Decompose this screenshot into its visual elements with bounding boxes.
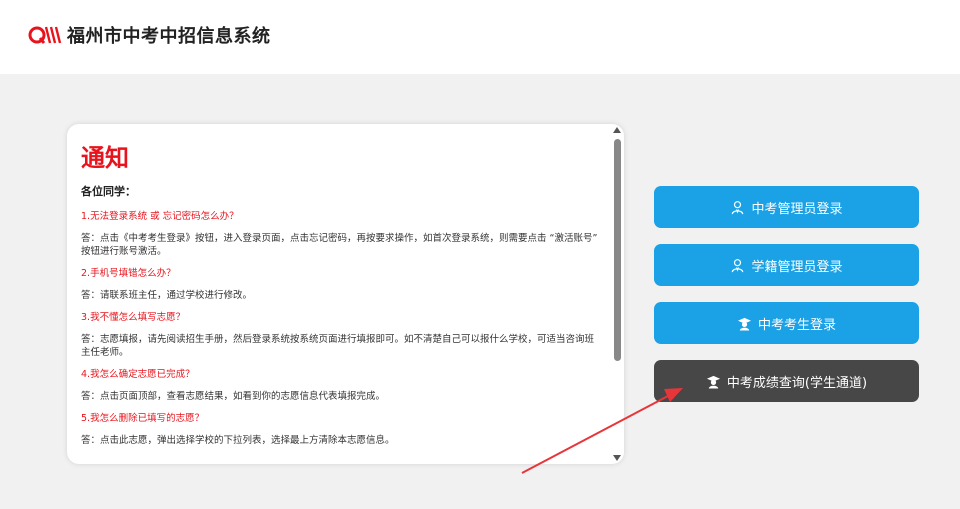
- faq-question: 1.无法登录系统 或 忘记密码怎么办？: [81, 211, 239, 222]
- notice-panel[interactable]: 通知 各位同学： 1.无法登录系统 或 忘记密码怎么办？ 答：点击《中考考生登录…: [67, 124, 624, 464]
- faq-question: 4.我怎么确定志愿已完成？: [81, 369, 195, 380]
- scroll-down-arrow-icon[interactable]: [613, 455, 621, 461]
- admin-login-label: 中考管理员登录: [751, 201, 843, 217]
- notice-scrollbar[interactable]: [611, 124, 624, 464]
- notice-greeting: 各位同学：: [81, 185, 136, 198]
- faq-answer: 答：请联系班主任，通过学校进行修改。: [81, 290, 253, 301]
- admin-login-button[interactable]: 中考管理员登录: [654, 186, 919, 228]
- scroll-up-arrow-icon[interactable]: [613, 127, 621, 133]
- scroll-thumb[interactable]: [614, 139, 621, 361]
- header: 福州市中考中招信息系统: [0, 0, 960, 74]
- user-icon: [732, 258, 744, 272]
- graduate-icon: [706, 375, 720, 389]
- faq-answer: 答：志愿填报，请先阅读招生手册，然后登录系统按系统页面进行填报即可。如不清楚自己…: [81, 334, 595, 358]
- student-login-button[interactable]: 中考考生登录: [654, 302, 919, 344]
- faq-answer: 答：点击页面顶部，查看志愿结果，如看到你的志愿信息代表填报完成。: [81, 391, 386, 402]
- faq-answer: 答：点击《中考考生登录》按钮，进入登录页面，点击忘记密码，再按要求操作，如首次登…: [81, 233, 598, 257]
- faq-question: 5.我怎么删除已填写的志愿？: [81, 413, 205, 424]
- faq-question: 2.手机号填错怎么办？: [81, 268, 176, 279]
- graduate-icon: [737, 317, 752, 331]
- registry-login-button[interactable]: 学籍管理员登录: [654, 244, 919, 286]
- faq-question: 3.我不懂怎么填写志愿？: [81, 312, 186, 323]
- brand-logo-icon: [28, 26, 62, 44]
- student-login-label: 中考考生登录: [757, 317, 836, 333]
- score-query-label: 中考成绩查询(学生通道): [726, 375, 868, 391]
- score-query-button[interactable]: 中考成绩查询(学生通道): [654, 360, 919, 402]
- registry-login-label: 学籍管理员登录: [751, 259, 843, 275]
- notice-title: 通知: [81, 144, 129, 172]
- notice-content: 通知 各位同学： 1.无法登录系统 或 忘记密码怎么办？ 答：点击《中考考生登录…: [81, 142, 598, 464]
- site-title: 福州市中考中招信息系统: [67, 26, 271, 47]
- faq-answer: 答：点击此志愿，弹出选择学校的下拉列表，选择最上方清除本志愿信息。: [81, 435, 395, 446]
- user-icon: [732, 200, 744, 214]
